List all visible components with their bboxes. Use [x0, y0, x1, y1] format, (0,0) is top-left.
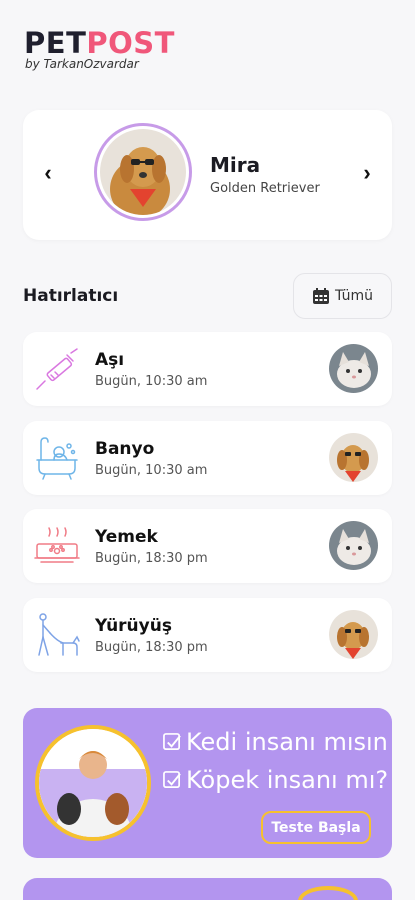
filter-all-button[interactable]: Tümü — [293, 273, 392, 319]
pet-selector-card: ‹ Mira Golden Retriever › — [23, 110, 392, 240]
reminder-time: Bugün, 18:30 pm — [95, 640, 208, 655]
app-logo: PETPOST by TarkanOzvardar — [24, 26, 175, 71]
promo-line2-text: Köpek insanı mı? — [186, 766, 389, 794]
reminder-item[interactable]: Banyo Bugün, 10:30 am — [23, 421, 392, 495]
chevron-right-icon[interactable]: › — [354, 160, 380, 186]
cat-avatar — [329, 521, 378, 570]
promo-line-cat: Kedi insanı mısın — [163, 728, 388, 756]
cat-avatar — [329, 344, 378, 393]
dog-avatar — [329, 610, 378, 659]
filter-label: Tümü — [334, 288, 373, 304]
promo-illustration — [298, 886, 358, 900]
reminder-item[interactable]: Aşı Bugün, 10:30 am — [23, 332, 392, 406]
reminder-title: Yürüyüş — [95, 616, 172, 636]
promo-illustration — [35, 725, 151, 841]
logo-title: PETPOST — [24, 26, 175, 60]
logo-post-text: POST — [86, 26, 175, 60]
reminder-item[interactable]: Yemek Bugün, 18:30 pm — [23, 509, 392, 583]
calendar-icon — [312, 288, 329, 304]
reminder-title: Aşı — [95, 350, 125, 370]
dog-walk-icon — [38, 613, 80, 656]
pet-breed: Golden Retriever — [210, 181, 320, 196]
dog-photo — [100, 129, 186, 215]
reminder-time: Bugün, 18:30 pm — [95, 551, 208, 566]
quiz-promo-banner[interactable]: Kedi insanı mısın Köpek insanı mı? Teste… — [23, 708, 392, 858]
food-bowl-icon — [34, 527, 80, 563]
pet-name: Mira — [210, 153, 261, 177]
syringe-icon — [36, 348, 78, 390]
reminder-time: Bugün, 10:30 am — [95, 463, 208, 478]
checkbox-icon — [163, 770, 181, 788]
logo-pet-text: PET — [24, 26, 87, 60]
second-promo-banner[interactable] — [23, 878, 392, 900]
reminder-title: Yemek — [95, 527, 158, 547]
reminders-title: Hatırlatıcı — [23, 286, 119, 306]
reminder-item[interactable]: Yürüyüş Bugün, 18:30 pm — [23, 598, 392, 672]
reminder-time: Bugün, 10:30 am — [95, 374, 208, 389]
dog-avatar — [329, 433, 378, 482]
promo-line1-text: Kedi insanı mısın — [186, 728, 388, 756]
chevron-left-icon[interactable]: ‹ — [35, 160, 61, 186]
bathtub-icon — [36, 437, 78, 480]
promo-line-dog: Köpek insanı mı? — [163, 766, 388, 794]
reminder-title: Banyo — [95, 439, 155, 459]
start-test-button[interactable]: Teste Başla — [261, 811, 371, 844]
pet-avatar[interactable] — [94, 123, 192, 221]
checkbox-icon — [163, 732, 181, 750]
